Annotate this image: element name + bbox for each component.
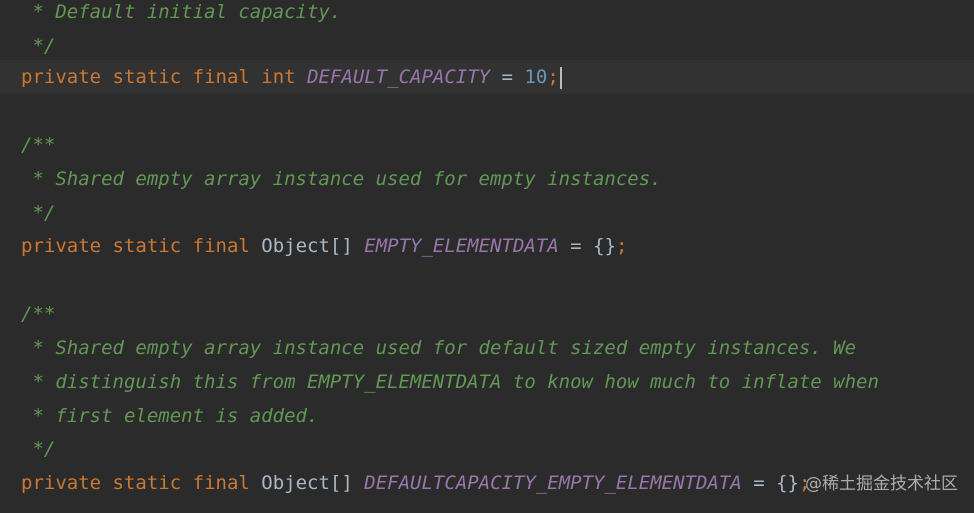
assign-operator: = (753, 472, 765, 494)
type-object-array: Object[] (261, 472, 353, 494)
keyword-final: final (192, 66, 250, 88)
code-line-comment: * first element is added. (21, 405, 319, 427)
code-line-defaultcapacity-empty-elementdata: private static final Object[] DEFAULTCAP… (21, 466, 810, 500)
code-line-comment: */ (21, 35, 56, 57)
keyword-private: private (21, 472, 102, 494)
code-line-comment: /** (21, 134, 56, 156)
array-literal: {} (593, 235, 616, 257)
type-int: int (261, 66, 296, 88)
keyword-static: static (112, 66, 182, 88)
code-line-comment: */ (21, 438, 56, 460)
keyword-private: private (21, 66, 102, 88)
semicolon: ; (547, 66, 559, 88)
constant-name: EMPTY_ELEMENTDATA (364, 235, 559, 257)
number-literal: 10 (524, 66, 548, 88)
code-line-comment: * Shared empty array instance used for e… (21, 168, 662, 190)
code-editor[interactable]: * Default initial capacity. */ private s… (0, 0, 974, 513)
text-caret (559, 66, 562, 89)
assign-operator: = (501, 66, 513, 88)
code-line-comment: * Default initial capacity. (21, 1, 342, 23)
array-literal: {} (776, 472, 799, 494)
code-line-comment: */ (21, 202, 56, 224)
semicolon: ; (615, 235, 628, 257)
constant-name: DEFAULT_CAPACITY (307, 66, 491, 88)
code-line-comment: /** (21, 303, 56, 325)
assign-operator: = (570, 235, 582, 257)
code-line-comment: * distinguish this from EMPTY_ELEMENTDAT… (21, 371, 879, 393)
watermark-text: @稀土掘金技术社区 (805, 474, 958, 494)
code-line-empty-elementdata: private static final Object[] EMPTY_ELEM… (21, 229, 627, 263)
keyword-final: final (192, 235, 250, 257)
constant-name: DEFAULTCAPACITY_EMPTY_ELEMENTDATA (364, 472, 742, 494)
code-line-comment: * Shared empty array instance used for d… (21, 337, 857, 359)
keyword-static: static (112, 472, 182, 494)
code-line-default-capacity: private static final int DEFAULT_CAPACIT… (21, 60, 562, 94)
keyword-final: final (192, 472, 250, 494)
keyword-private: private (21, 235, 102, 257)
type-object-array: Object[] (261, 235, 353, 257)
keyword-static: static (112, 235, 182, 257)
